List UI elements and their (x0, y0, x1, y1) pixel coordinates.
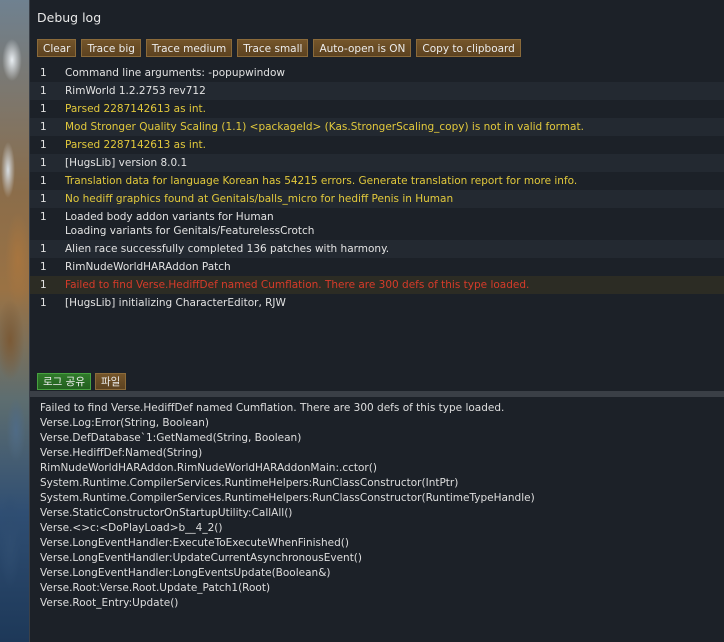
log-message: Parsed 2287142613 as int. (65, 103, 206, 115)
log-message: Alien race successfully completed 136 pa… (65, 243, 390, 255)
log-row[interactable]: 1 Parsed 2287142613 as int. (30, 100, 724, 118)
log-row[interactable]: 1 Command line arguments: -popupwindow (30, 64, 724, 82)
log-count: 1 (40, 211, 47, 223)
log-count: 1 (40, 157, 47, 169)
log-row[interactable]: 1 Loaded body addon variants for Human L… (30, 208, 724, 240)
log-count: 1 (40, 279, 47, 291)
stack-trace-line: Verse.LongEventHandler:LongEventsUpdate(… (40, 567, 331, 579)
stack-trace-line: Verse.LongEventHandler:UpdateCurrentAsyn… (40, 552, 362, 564)
log-message: Command line arguments: -popupwindow (65, 67, 285, 79)
stack-trace-line: Verse.LongEventHandler:ExecuteToExecuteW… (40, 537, 349, 549)
log-count: 1 (40, 193, 47, 205)
log-count: 1 (40, 103, 47, 115)
log-row-selected[interactable]: 1 Failed to find Verse.HediffDef named C… (30, 276, 724, 294)
auto-open-button[interactable]: Auto-open is ON (313, 39, 412, 57)
log-count: 1 (40, 297, 47, 309)
stack-trace-line: Verse.Root:Verse.Root.Update_Patch1(Root… (40, 582, 271, 594)
debug-log-window: Debug log Clear Trace big Trace medium T… (29, 0, 724, 642)
planet-background (0, 0, 29, 642)
log-message: RimNudeWorldHARAddon Patch (65, 261, 231, 273)
log-message: Mod Stronger Quality Scaling (1.1) <pack… (65, 121, 584, 133)
stack-trace-line: System.Runtime.CompilerServices.RuntimeH… (40, 492, 535, 504)
log-message: Loaded body addon variants for Human Loa… (57, 208, 314, 240)
log-row[interactable]: 1 RimWorld 1.2.2753 rev712 (30, 82, 724, 100)
log-message: [HugsLib] version 8.0.1 (65, 157, 188, 169)
log-message: Parsed 2287142613 as int. (65, 139, 206, 151)
trace-medium-button[interactable]: Trace medium (145, 39, 233, 57)
log-message: Translation data for language Korean has… (65, 175, 578, 187)
detail-tabs: 로그 공유 파일 (37, 373, 127, 390)
stack-trace-line: Verse.StaticConstructorOnStartupUtility:… (40, 507, 293, 519)
log-list: 1 Command line arguments: -popupwindow 1… (30, 64, 724, 312)
log-message: No hediff graphics found at Genitals/bal… (65, 193, 454, 205)
log-row[interactable]: 1 Translation data for language Korean h… (30, 172, 724, 190)
stack-trace-line: Verse.DefDatabase`1:GetNamed(String, Boo… (40, 432, 302, 444)
pane-divider[interactable] (30, 391, 724, 397)
log-row[interactable]: 1 Alien race successfully completed 136 … (30, 240, 724, 258)
log-count: 1 (40, 67, 47, 79)
stack-trace-line: RimNudeWorldHARAddon.RimNudeWorldHARAddo… (40, 462, 377, 474)
log-message: RimWorld 1.2.2753 rev712 (65, 85, 206, 97)
log-count: 1 (40, 121, 47, 133)
log-row[interactable]: 1 Parsed 2287142613 as int. (30, 136, 724, 154)
stack-trace-line: Verse.HediffDef:Named(String) (40, 447, 203, 459)
log-count: 1 (40, 243, 47, 255)
log-message: Failed to find Verse.HediffDef named Cum… (65, 279, 530, 291)
log-row[interactable]: 1 Mod Stronger Quality Scaling (1.1) <pa… (30, 118, 724, 136)
clear-button[interactable]: Clear (37, 39, 77, 57)
share-log-tab[interactable]: 로그 공유 (37, 373, 91, 390)
screen: Debug log Clear Trace big Trace medium T… (0, 0, 724, 642)
log-row[interactable]: 1 [HugsLib] version 8.0.1 (30, 154, 724, 172)
log-message: [HugsLib] initializing CharacterEditor, … (65, 297, 286, 309)
log-count: 1 (40, 261, 47, 273)
trace-big-button[interactable]: Trace big (81, 39, 141, 57)
log-message-line: Loaded body addon variants for Human (65, 211, 274, 223)
stack-trace-line: Verse.Log:Error(String, Boolean) (40, 417, 210, 429)
stack-trace-line: System.Runtime.CompilerServices.RuntimeH… (40, 477, 459, 489)
stack-trace-line: Failed to find Verse.HediffDef named Cum… (40, 402, 505, 414)
log-row[interactable]: 1 [HugsLib] initializing CharacterEditor… (30, 294, 724, 312)
stack-trace: Failed to find Verse.HediffDef named Cum… (40, 401, 710, 611)
file-tab[interactable]: 파일 (94, 373, 127, 390)
log-message-line: Loading variants for Genitals/Featureles… (65, 225, 315, 237)
copy-to-clipboard-button[interactable]: Copy to clipboard (416, 39, 521, 57)
trace-small-button[interactable]: Trace small (237, 39, 309, 57)
log-count: 1 (40, 139, 47, 151)
stack-trace-line: Verse.Root_Entry:Update() (40, 597, 179, 609)
stack-trace-line: Verse.<>c:<DoPlayLoad>b__4_2() (40, 522, 223, 534)
toolbar: Clear Trace big Trace medium Trace small… (37, 39, 521, 57)
window-title: Debug log (37, 10, 102, 25)
log-count: 1 (40, 175, 47, 187)
log-row[interactable]: 1 No hediff graphics found at Genitals/b… (30, 190, 724, 208)
log-count: 1 (40, 85, 47, 97)
log-row[interactable]: 1 RimNudeWorldHARAddon Patch (30, 258, 724, 276)
